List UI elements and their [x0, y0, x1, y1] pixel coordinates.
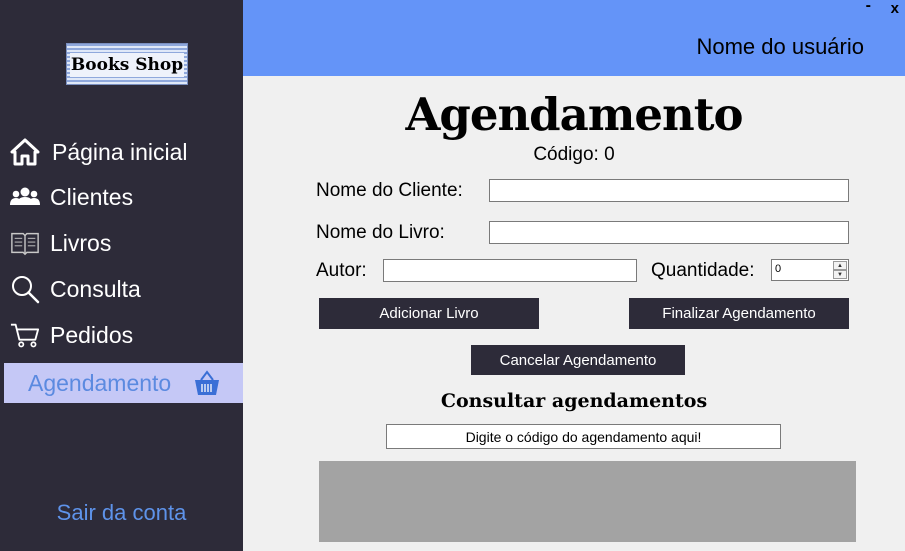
- sidebar-item-label: Agendamento: [28, 369, 172, 396]
- quantity-stepper[interactable]: 0 ▲ ▼: [771, 259, 849, 281]
- sidebar-item-home[interactable]: Página inicial: [0, 132, 243, 172]
- consult-title: Consultar agendamentos: [440, 390, 708, 412]
- sidebar-item-clients[interactable]: Clientes: [0, 177, 243, 217]
- user-name: Nome do usuário: [696, 34, 864, 59]
- book-icon: [10, 228, 40, 258]
- logout-link[interactable]: Sair da conta: [0, 500, 243, 526]
- sidebar-item-label: Clientes: [50, 183, 134, 210]
- sidebar-item-pedidos[interactable]: Pedidos: [0, 315, 243, 355]
- cart-icon: [10, 320, 40, 350]
- users-icon: [10, 182, 40, 212]
- results-panel: [319, 461, 856, 542]
- book-name-field[interactable]: [489, 221, 849, 244]
- author-field[interactable]: [383, 259, 637, 282]
- basket-icon: [192, 368, 222, 398]
- header-bar: Nome do usuário - x: [243, 0, 905, 76]
- search-icon: [10, 274, 40, 304]
- sidebar-item-books[interactable]: Livros: [0, 223, 243, 263]
- home-icon: [10, 137, 40, 167]
- cancel-schedule-button[interactable]: Cancelar Agendamento: [471, 345, 685, 375]
- author-label: Autor:: [316, 260, 367, 281]
- logo-text: Books Shop: [70, 53, 184, 77]
- client-name-field[interactable]: [489, 179, 849, 202]
- page-title: Agendamento: [405, 88, 743, 141]
- schedule-code-search-input[interactable]: Digite o código do agendamento aqui!: [386, 424, 781, 449]
- sidebar-item-label: Livros: [50, 229, 112, 256]
- close-button[interactable]: x: [891, 0, 899, 17]
- sidebar-item-label: Consulta: [50, 275, 141, 302]
- code-label: Código: 0: [533, 144, 615, 165]
- quantity-down-icon[interactable]: ▼: [833, 270, 847, 279]
- add-book-button[interactable]: Adicionar Livro: [319, 298, 539, 329]
- sidebar-item-agendamento[interactable]: Agendamento: [4, 363, 243, 403]
- book-name-label: Nome do Livro:: [316, 222, 445, 243]
- client-name-label: Nome do Cliente:: [316, 180, 463, 201]
- sidebar: Books Shop Página inicial Clientes Livro…: [0, 0, 243, 551]
- finish-schedule-button[interactable]: Finalizar Agendamento: [629, 298, 849, 329]
- quantity-value: 0: [775, 263, 782, 275]
- sidebar-item-label: Pedidos: [50, 321, 134, 348]
- sidebar-item-label: Página inicial: [52, 138, 188, 165]
- sidebar-item-consulta[interactable]: Consulta: [0, 269, 243, 309]
- books-shop-logo: Books Shop: [66, 43, 188, 85]
- quantity-up-icon[interactable]: ▲: [833, 261, 847, 270]
- minimize-button[interactable]: -: [866, 0, 871, 15]
- quantity-label: Quantidade:: [651, 260, 755, 281]
